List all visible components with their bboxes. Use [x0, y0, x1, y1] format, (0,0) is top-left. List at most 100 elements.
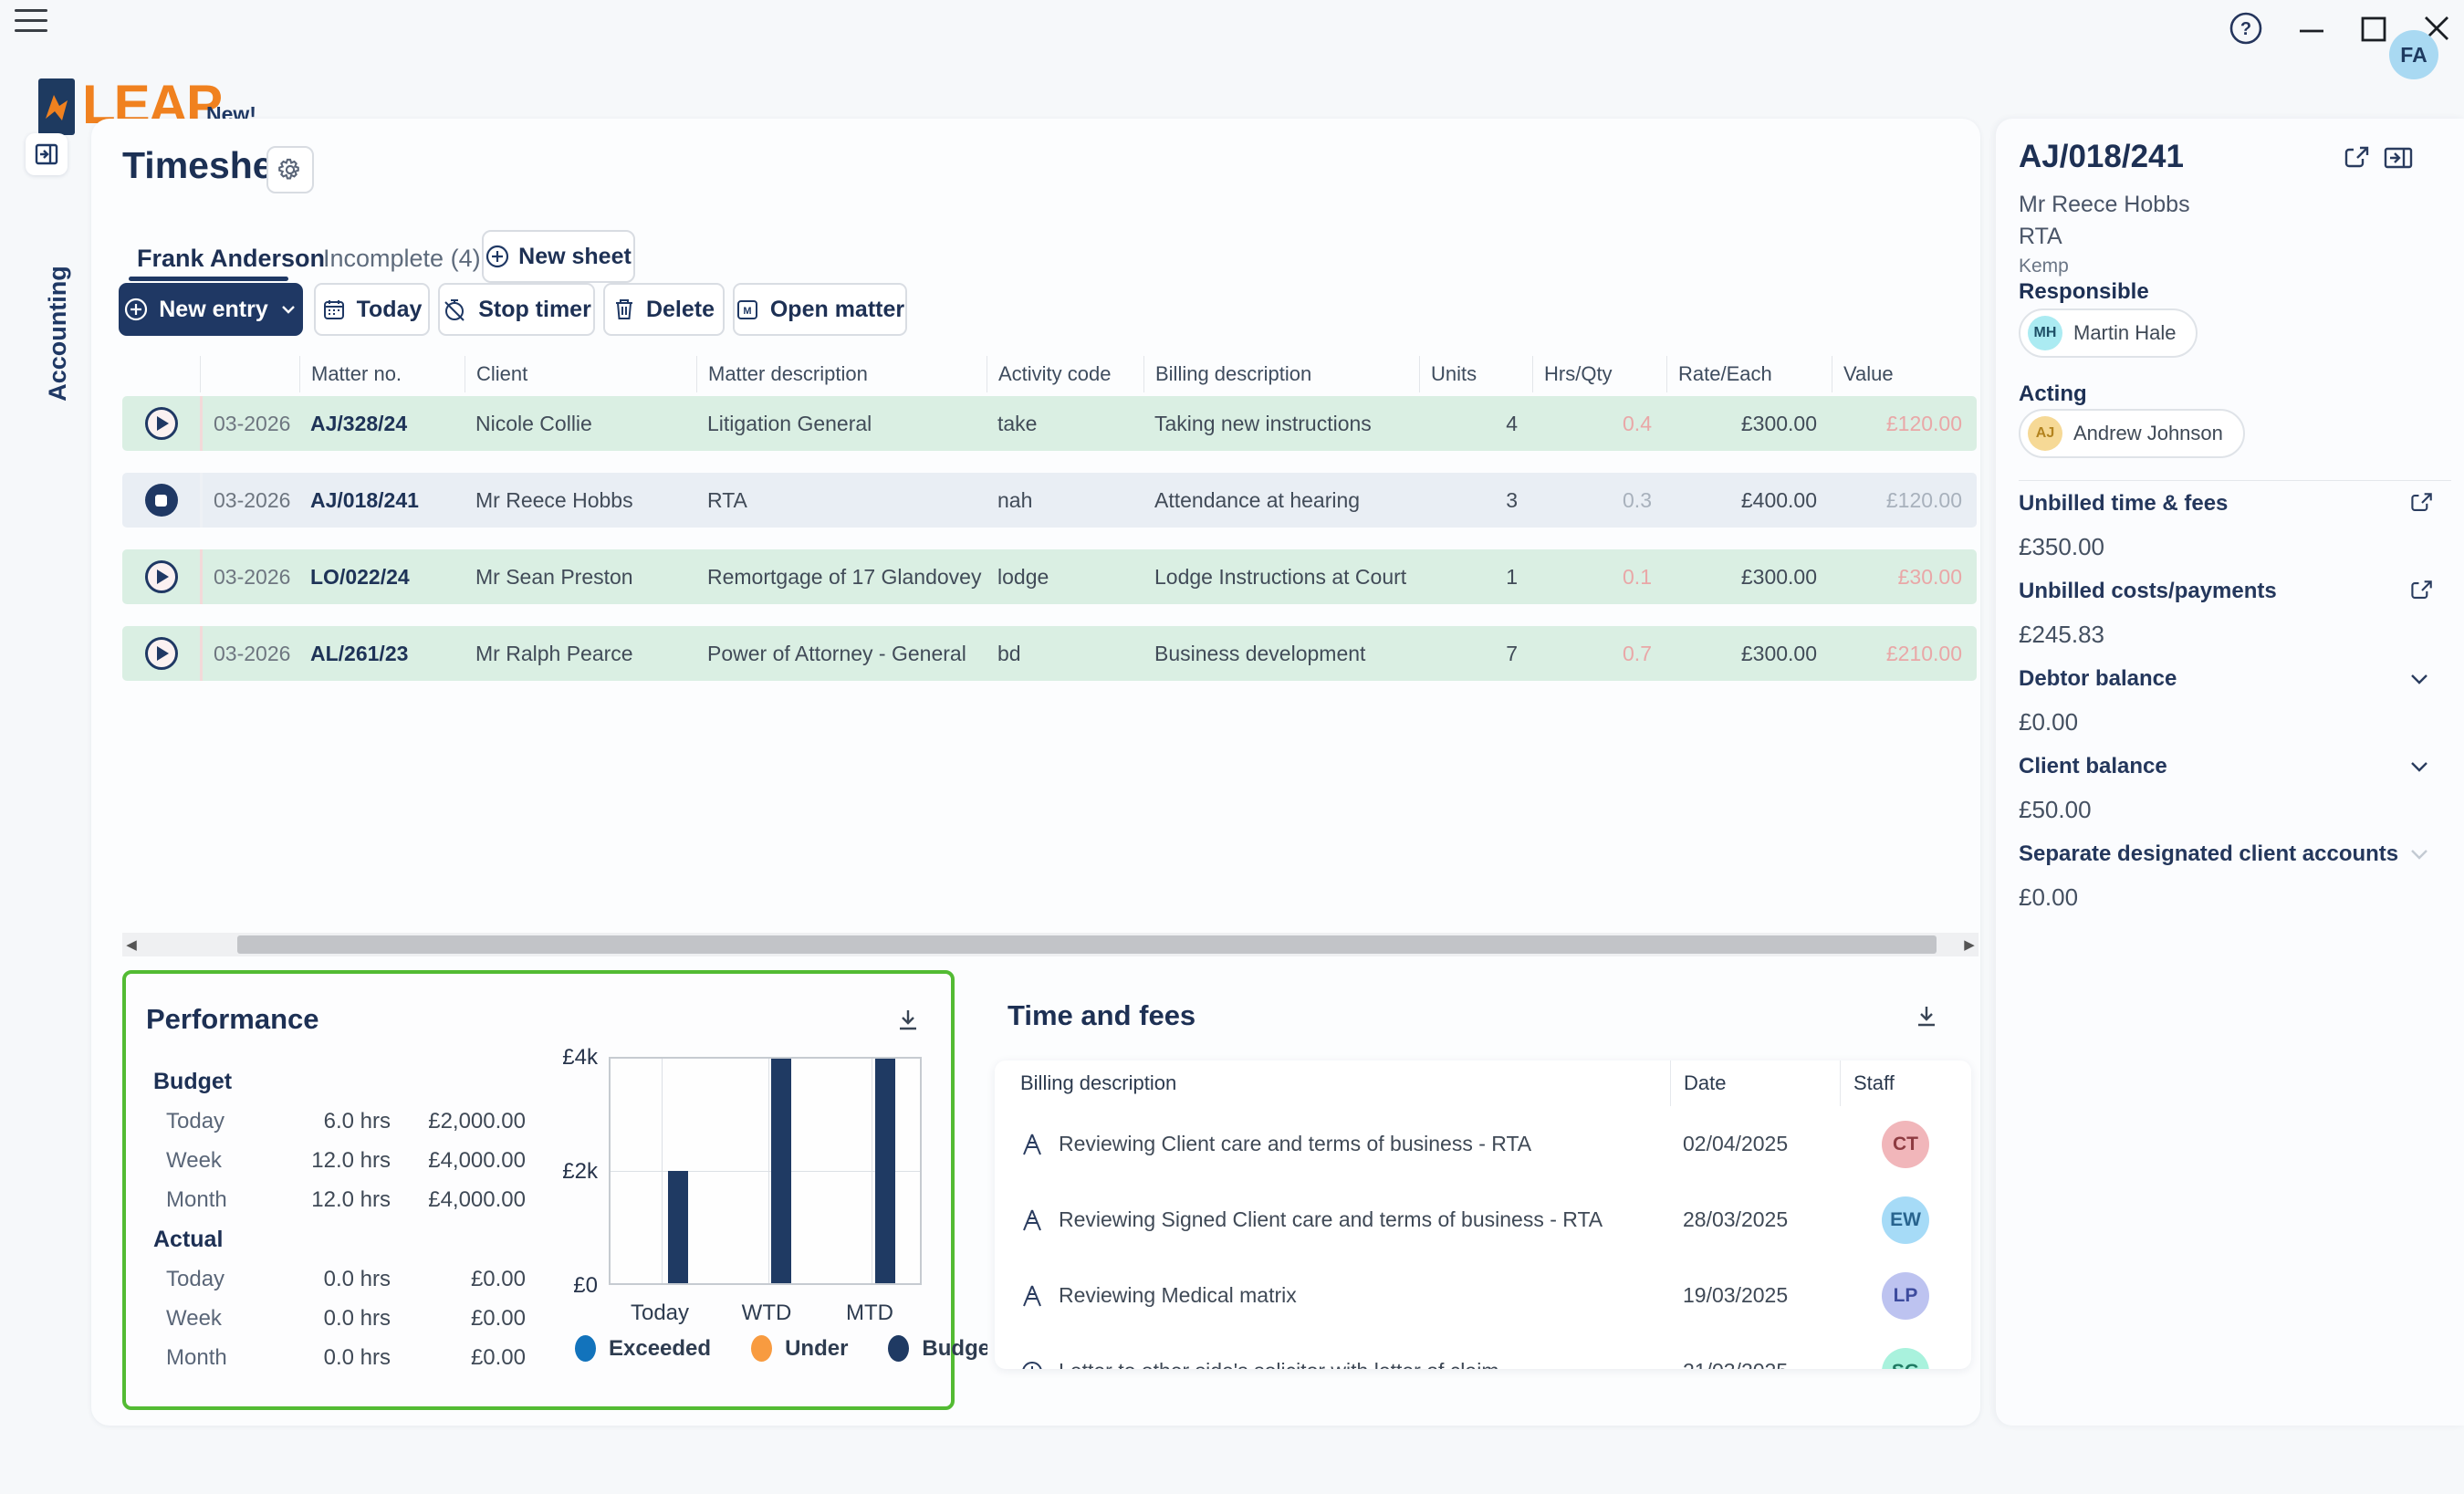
maximize-icon[interactable] [2360, 11, 2387, 46]
open-matter-button[interactable]: M Open matter [733, 283, 907, 336]
actual-row: Week 0.0 hrs £0.00 [153, 1299, 526, 1338]
col-date[interactable]: Date [1670, 1060, 1840, 1106]
x-tick-mtd: MTD [815, 1301, 924, 1326]
clock-icon [1020, 1359, 1044, 1370]
time-fee-row[interactable]: Letter to other side's solicitor with le… [995, 1333, 1971, 1369]
time-entry-icon [1020, 1283, 1044, 1309]
help-icon[interactable]: ? [2229, 11, 2263, 46]
play-timer-icon[interactable] [145, 637, 178, 670]
performance-title: Performance [146, 1003, 319, 1036]
play-timer-icon[interactable] [145, 560, 178, 593]
legend-exceeded: Exceeded [575, 1335, 711, 1362]
new-entry-button[interactable]: New entry [119, 283, 303, 336]
chart-bar-mtd [875, 1059, 895, 1283]
chart-legend: Exceeded Under Budget [575, 1335, 997, 1362]
timesheet-row[interactable]: 03-2026 LO/022/24 Mr Sean Preston Remort… [122, 549, 1977, 604]
time-fee-row[interactable]: Reviewing Signed Client care and terms o… [995, 1182, 1971, 1258]
external-link-icon [2408, 489, 2436, 517]
delete-button[interactable]: Delete [603, 283, 725, 336]
download-performance-button[interactable] [894, 1007, 925, 1038]
col-units[interactable]: Units [1419, 356, 1532, 392]
x-tick-today: Today [605, 1301, 715, 1326]
stop-timer-running-icon[interactable] [145, 484, 178, 517]
budget-row: Today 6.0 hrs £2,000.00 [153, 1102, 526, 1141]
chart-bar-today [668, 1171, 688, 1283]
staff-avatar[interactable]: EW [1882, 1196, 1929, 1244]
legend-budget-dot [888, 1335, 909, 1362]
timesheet-settings-button[interactable] [266, 146, 314, 193]
col-matter-no[interactable]: Matter no. [299, 356, 465, 392]
staff-avatar[interactable]: CT [1882, 1121, 1929, 1168]
minimize-icon[interactable] [2298, 11, 2325, 46]
new-sheet-button[interactable]: New sheet [482, 230, 635, 283]
expand-panel-button[interactable] [26, 133, 68, 175]
tab-incomplete[interactable]: Incomplete (4) [323, 245, 481, 273]
separate-accounts-expand-button[interactable] [2408, 843, 2430, 865]
open-matter-external-button[interactable] [2342, 142, 2373, 173]
col-hrs-qty[interactable]: Hrs/Qty [1532, 356, 1666, 392]
scrollbar-thumb[interactable] [237, 935, 1937, 954]
actual-row: Month 0.0 hrs £0.00 [153, 1338, 526, 1377]
timesheet-row[interactable]: 03-2026 AL/261/23 Mr Ralph Pearce Power … [122, 626, 1977, 681]
client-balance-expand-button[interactable] [2408, 756, 2430, 778]
time-fee-row[interactable]: Reviewing Client care and terms of busin… [995, 1106, 1971, 1182]
matter-staff-ref: Kemp [2019, 256, 2069, 277]
active-tab-underline [129, 277, 288, 281]
client-balance-label: Client balance [2019, 754, 2167, 779]
stop-timer-icon [442, 297, 467, 322]
separate-accounts-label: Separate designated client accounts [2019, 841, 2402, 867]
chevron-down-icon [2408, 668, 2430, 690]
panel-collapse-icon [2382, 142, 2415, 173]
actual-row: Today 0.0 hrs £0.00 [153, 1259, 526, 1299]
staff-avatar[interactable]: LP [1882, 1272, 1929, 1320]
col-billing-description[interactable]: Billing description [1143, 356, 1419, 392]
col-value[interactable]: Value [1832, 356, 1977, 392]
col-matter-description[interactable]: Matter description [696, 356, 987, 392]
user-avatar[interactable]: FA [2389, 30, 2438, 79]
responsible-person-pill[interactable]: MH Martin Hale [2019, 308, 2198, 358]
chart-bar-wtd [771, 1059, 791, 1283]
acting-person-pill[interactable]: AJ Andrew Johnson [2019, 409, 2245, 458]
divider [2019, 480, 2451, 481]
timesheet-row-selected[interactable]: 03-2026 AJ/018/241 Mr Reece Hobbs RTA na… [122, 473, 1977, 528]
collapse-panel-button[interactable] [2382, 142, 2415, 173]
unbilled-costs-open-button[interactable] [2408, 577, 2436, 604]
scroll-right-icon[interactable]: ▶ [1960, 936, 1979, 953]
sidebar-section-accounting[interactable]: Accounting [16, 183, 99, 484]
col-rate-each[interactable]: Rate/Each [1666, 356, 1832, 392]
time-entry-icon [1020, 1207, 1044, 1233]
panel-expand-icon [35, 142, 58, 166]
debtor-balance-expand-button[interactable] [2408, 668, 2430, 690]
time-and-fees-table: Billing description Date Staff Reviewing… [995, 1060, 1971, 1369]
col-activity-code[interactable]: Activity code [987, 356, 1143, 392]
y-tick-2k: £2k [534, 1159, 598, 1185]
timesheet-row[interactable]: 03-2026 AJ/328/24 Nicole Collie Litigati… [122, 396, 1977, 451]
play-timer-icon[interactable] [145, 407, 178, 440]
separate-accounts-value: £0.00 [2019, 883, 2078, 912]
chevron-down-icon [2408, 756, 2430, 778]
col-billing-description[interactable]: Billing description [995, 1060, 1670, 1106]
scroll-left-icon[interactable]: ◀ [122, 936, 141, 953]
plus-circle-icon [124, 298, 148, 321]
download-icon [1913, 1003, 1940, 1030]
col-staff[interactable]: Staff [1840, 1060, 1971, 1106]
unbilled-time-fees-open-button[interactable] [2408, 489, 2436, 517]
staff-avatar[interactable]: SG [1882, 1348, 1929, 1370]
hamburger-menu-icon[interactable] [15, 9, 47, 35]
actual-label: Actual [153, 1219, 526, 1259]
external-link-icon [2408, 577, 2436, 604]
trash-icon [613, 298, 635, 321]
download-time-fees-button[interactable] [1913, 1003, 1944, 1034]
horizontal-scrollbar[interactable]: ◀ ▶ [122, 933, 1979, 956]
y-tick-0: £0 [534, 1273, 598, 1299]
budget-label: Budget [153, 1061, 526, 1102]
stop-timer-button[interactable]: Stop timer [438, 283, 595, 336]
time-fee-row[interactable]: Reviewing Medical matrix 19/03/2025 LP [995, 1258, 1971, 1333]
timesheet-table-header: Matter no. Client Matter description Act… [122, 356, 1977, 392]
today-button[interactable]: Today [314, 283, 430, 336]
col-client[interactable]: Client [465, 356, 696, 392]
calendar-icon [322, 298, 346, 321]
debtor-balance-value: £0.00 [2019, 708, 2078, 737]
legend-budget: Budget [888, 1335, 997, 1362]
tab-frank-anderson[interactable]: Frank Anderson [137, 245, 325, 273]
